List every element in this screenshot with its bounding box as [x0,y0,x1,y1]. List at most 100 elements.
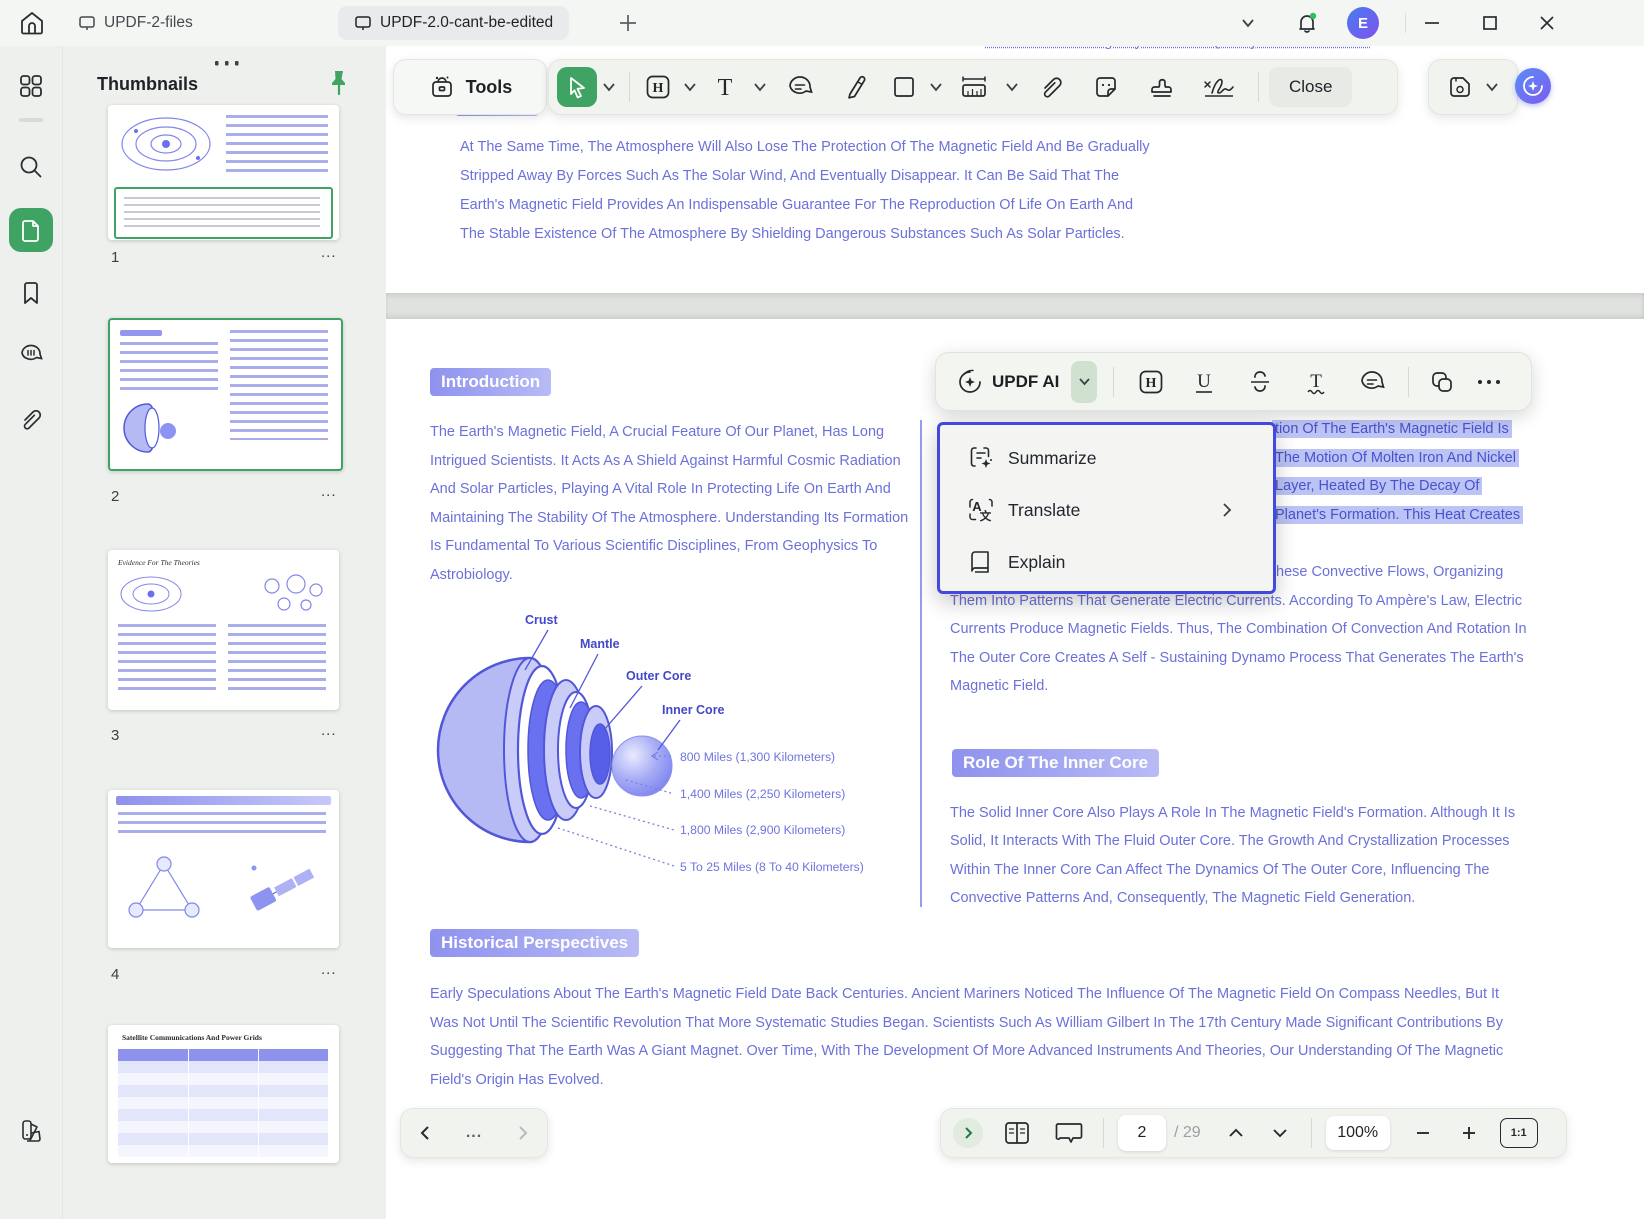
stamp-tool-button[interactable] [1134,67,1190,107]
sidebar-item-comments[interactable] [9,332,53,376]
tabs-dropdown-button[interactable] [1238,15,1258,36]
selected-text-line[interactable]: tion Of The Earth's Magnetic Field Is [1272,420,1512,438]
strikethrough-tool-button[interactable] [1232,361,1288,403]
selected-text-line[interactable]: Layer, Heated By The Decay Of [1272,477,1482,495]
history-back-button[interactable] [417,1124,433,1142]
bell-icon [1292,8,1322,38]
selected-text-line[interactable]: Planet's Formation. This Heat Creates [1272,506,1523,524]
collapse-toolbar-button[interactable] [953,1118,983,1148]
apps-button[interactable] [9,64,53,108]
comment-tool-button[interactable] [772,67,828,107]
sidebar-item-thumbnails[interactable] [9,208,53,252]
reading-mode-button[interactable] [999,1113,1035,1153]
highlight-tool-button[interactable]: H [1126,361,1176,403]
doc-line: Within The Inner Core Can Affect The Dyn… [950,862,1489,878]
zoom-out-button[interactable] [1406,1113,1440,1153]
signature-tool-button[interactable] [1190,67,1248,107]
page-options-button[interactable]: ... [321,722,337,739]
attachment-tool-button[interactable] [1024,67,1078,107]
diagram-measure: 800 Miles (1,300 Kilometers) [680,750,835,764]
copy-tool-button[interactable] [1417,361,1467,403]
history-more-button[interactable]: ... [466,1124,482,1142]
thumbnail-page-2[interactable] [108,318,343,471]
home-button[interactable] [18,9,46,42]
minimize-icon [1422,14,1442,32]
menu-item-label: Translate [1008,500,1080,521]
measure-tool-dropdown[interactable] [1000,67,1024,107]
thumbnail-page-1[interactable] [108,105,339,240]
select-tool-dropdown[interactable] [597,67,621,107]
close-edit-button[interactable]: Close [1269,67,1352,107]
doc-line: Suggesting That The Earth Was A Giant Ma… [430,1043,1503,1059]
updf-ai-label[interactable]: UPDF AI [992,372,1059,392]
avatar[interactable]: E [1347,7,1379,39]
tools-button[interactable]: Tools [393,59,547,115]
text-tool-dropdown[interactable] [748,67,772,107]
thumbnail-page-4[interactable] [108,790,339,948]
updf-ai-dropdown[interactable] [1071,361,1097,403]
panel-drag-handle[interactable] [213,54,243,62]
page-number-input[interactable] [1118,1115,1166,1151]
thumb-page-title: Evidence For The Theories [118,558,200,567]
zoom-in-button[interactable] [1452,1113,1486,1153]
select-tool-button[interactable] [557,67,597,107]
doc-line: Was Not Until The Scientific Revolution … [430,1015,1503,1031]
doc-line: At The Same Time, The Atmosphere Will Al… [460,139,1150,155]
menu-item-explain[interactable]: Explain [940,537,1267,587]
next-page-button[interactable] [1263,1113,1297,1153]
zoom-level-button[interactable]: 100% [1326,1116,1390,1150]
doc-line: The Earth's Magnetic Field, A Crucial Fe… [430,424,884,440]
search-button[interactable] [9,145,53,189]
menu-item-label: Explain [1008,552,1065,573]
actual-size-button[interactable]: 1:1 [1500,1118,1538,1148]
doc-line: Field's Origin Has Evolved. [430,1072,604,1088]
sidebar-item-attachments[interactable] [9,397,53,441]
previous-page-button[interactable] [1219,1113,1253,1153]
menu-item-translate[interactable]: A文 Translate [940,485,1267,535]
measure-tool-button[interactable] [948,67,1000,107]
comment-tool-button[interactable] [1344,361,1400,403]
minimize-button[interactable] [1422,14,1442,37]
page-options-button[interactable]: ... [321,244,337,261]
notifications-button[interactable] [1292,8,1322,43]
pen-tool-button[interactable] [828,67,884,107]
theme-button[interactable] [9,1109,53,1153]
thumbnail-page-5[interactable]: Satellite Communications And Power Grids [108,1025,339,1163]
page-number: 4 [111,966,119,983]
selected-text-line[interactable]: The Motion Of Molten Iron And Nickel [1272,449,1519,467]
text-icon: T [711,73,739,101]
new-tab-button[interactable] [616,11,640,40]
shape-tool-button[interactable] [884,67,924,107]
save-button[interactable] [1443,67,1477,107]
ai-assistant-button[interactable] [1515,68,1551,104]
save-dropdown[interactable] [1481,67,1503,107]
viewport-indicator[interactable] [114,187,333,239]
thumbnail-page-3[interactable]: Evidence For The Theories [108,550,339,710]
paperclip-icon [1037,73,1065,101]
diagram-label-inner-core: Inner Core [662,703,725,717]
header-tool-button[interactable]: H [638,67,678,107]
more-options-button[interactable] [1467,361,1511,403]
presentation-button[interactable] [1049,1113,1089,1153]
close-label: Close [1289,77,1332,97]
underline-tool-button[interactable]: U [1176,361,1232,403]
squiggly-tool-button[interactable]: T [1288,361,1344,403]
signature-icon [1202,73,1236,101]
shape-tool-dropdown[interactable] [924,67,948,107]
page-options-button[interactable]: ... [321,961,337,978]
sticker-tool-button[interactable] [1078,67,1134,107]
sidebar-item-bookmarks[interactable] [9,271,53,315]
table-column-divider [258,1049,259,1157]
pin-panel-button[interactable] [325,68,353,103]
svg-text:T: T [718,75,733,101]
close-window-button[interactable] [1537,13,1557,38]
history-forward-button[interactable] [515,1124,531,1142]
header-tool-dropdown[interactable] [678,67,702,107]
satellite-mini-illustration [234,852,326,928]
text-tool-button[interactable]: T [702,67,748,107]
tab-updf-2-files[interactable]: UPDF-2-files [78,6,193,40]
menu-item-summarize[interactable]: Summarize [940,433,1267,483]
maximize-button[interactable] [1480,13,1500,38]
page-options-button[interactable]: ... [321,483,337,500]
tab-updf-2-cant-be-edited[interactable]: UPDF-2.0-cant-be-edited [338,6,569,40]
